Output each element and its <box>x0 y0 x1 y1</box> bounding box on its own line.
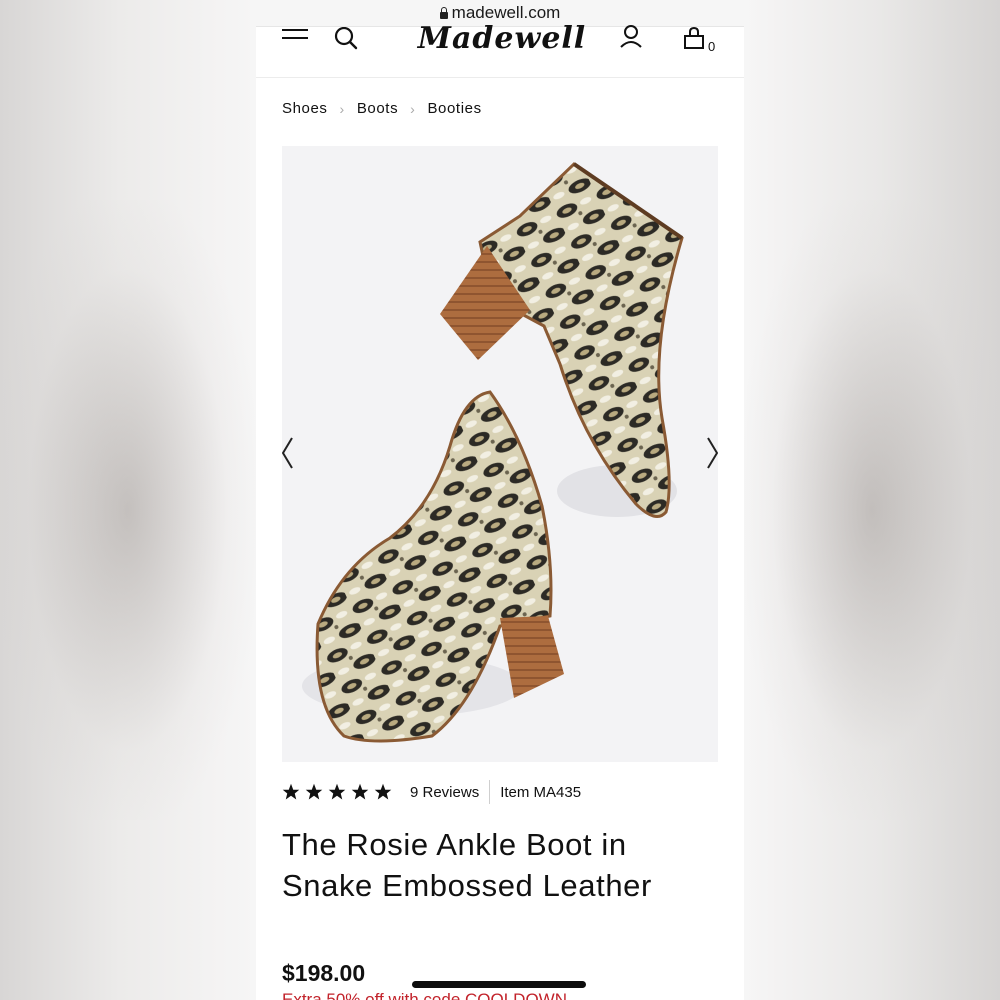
chevron-left-icon[interactable] <box>282 436 294 470</box>
star-icon <box>328 783 346 800</box>
star-rating[interactable] <box>282 783 392 801</box>
breadcrumb-separator-icon: › <box>339 100 345 117</box>
breadcrumb-boots[interactable]: Boots <box>357 100 398 117</box>
star-icon <box>282 783 300 800</box>
reviews-link[interactable]: 9 Reviews <box>410 784 479 801</box>
search-icon[interactable] <box>334 27 358 51</box>
bag-count: 0 <box>708 39 716 54</box>
product-image <box>302 162 684 743</box>
account-icon[interactable] <box>620 25 642 49</box>
background-shadow-left <box>0 200 256 820</box>
breadcrumb-booties[interactable]: Booties <box>427 100 481 117</box>
background-shadow-right <box>744 200 1000 820</box>
item-number: Item MA435 <box>500 783 582 801</box>
product-title: The Rosie Ankle Boot in Snake Embossed L… <box>282 824 722 906</box>
breadcrumb: Shoes › Boots › Booties <box>282 100 482 117</box>
divider <box>489 780 491 804</box>
menu-icon[interactable] <box>282 29 308 47</box>
breadcrumb-shoes[interactable]: Shoes <box>282 100 328 117</box>
url-text: madewell.com <box>451 3 561 22</box>
star-icon <box>374 783 392 800</box>
phone-screen: madewell.com Madewell 0 Shoes › Boots › … <box>256 0 744 1000</box>
star-icon <box>351 783 369 800</box>
chevron-right-icon[interactable] <box>706 436 718 470</box>
star-icon <box>305 783 323 800</box>
lock-icon <box>439 6 448 19</box>
product-title-line-2: Snake Embossed Leather <box>282 868 652 903</box>
promo-text: Extra 50% off with code COOLDOWN <box>282 990 568 1000</box>
product-title-line-1: The Rosie Ankle Boot in <box>282 827 627 862</box>
site-header: Madewell 0 <box>256 21 744 78</box>
bag-icon[interactable] <box>682 27 706 51</box>
madewell-logo[interactable]: Madewell <box>416 21 588 57</box>
home-indicator[interactable] <box>412 981 586 988</box>
rating-row: 9 Reviews Item MA435 <box>282 780 581 804</box>
product-image-gallery[interactable] <box>282 146 718 762</box>
product-price: $198.00 <box>282 960 366 986</box>
breadcrumb-separator-icon: › <box>410 100 416 117</box>
